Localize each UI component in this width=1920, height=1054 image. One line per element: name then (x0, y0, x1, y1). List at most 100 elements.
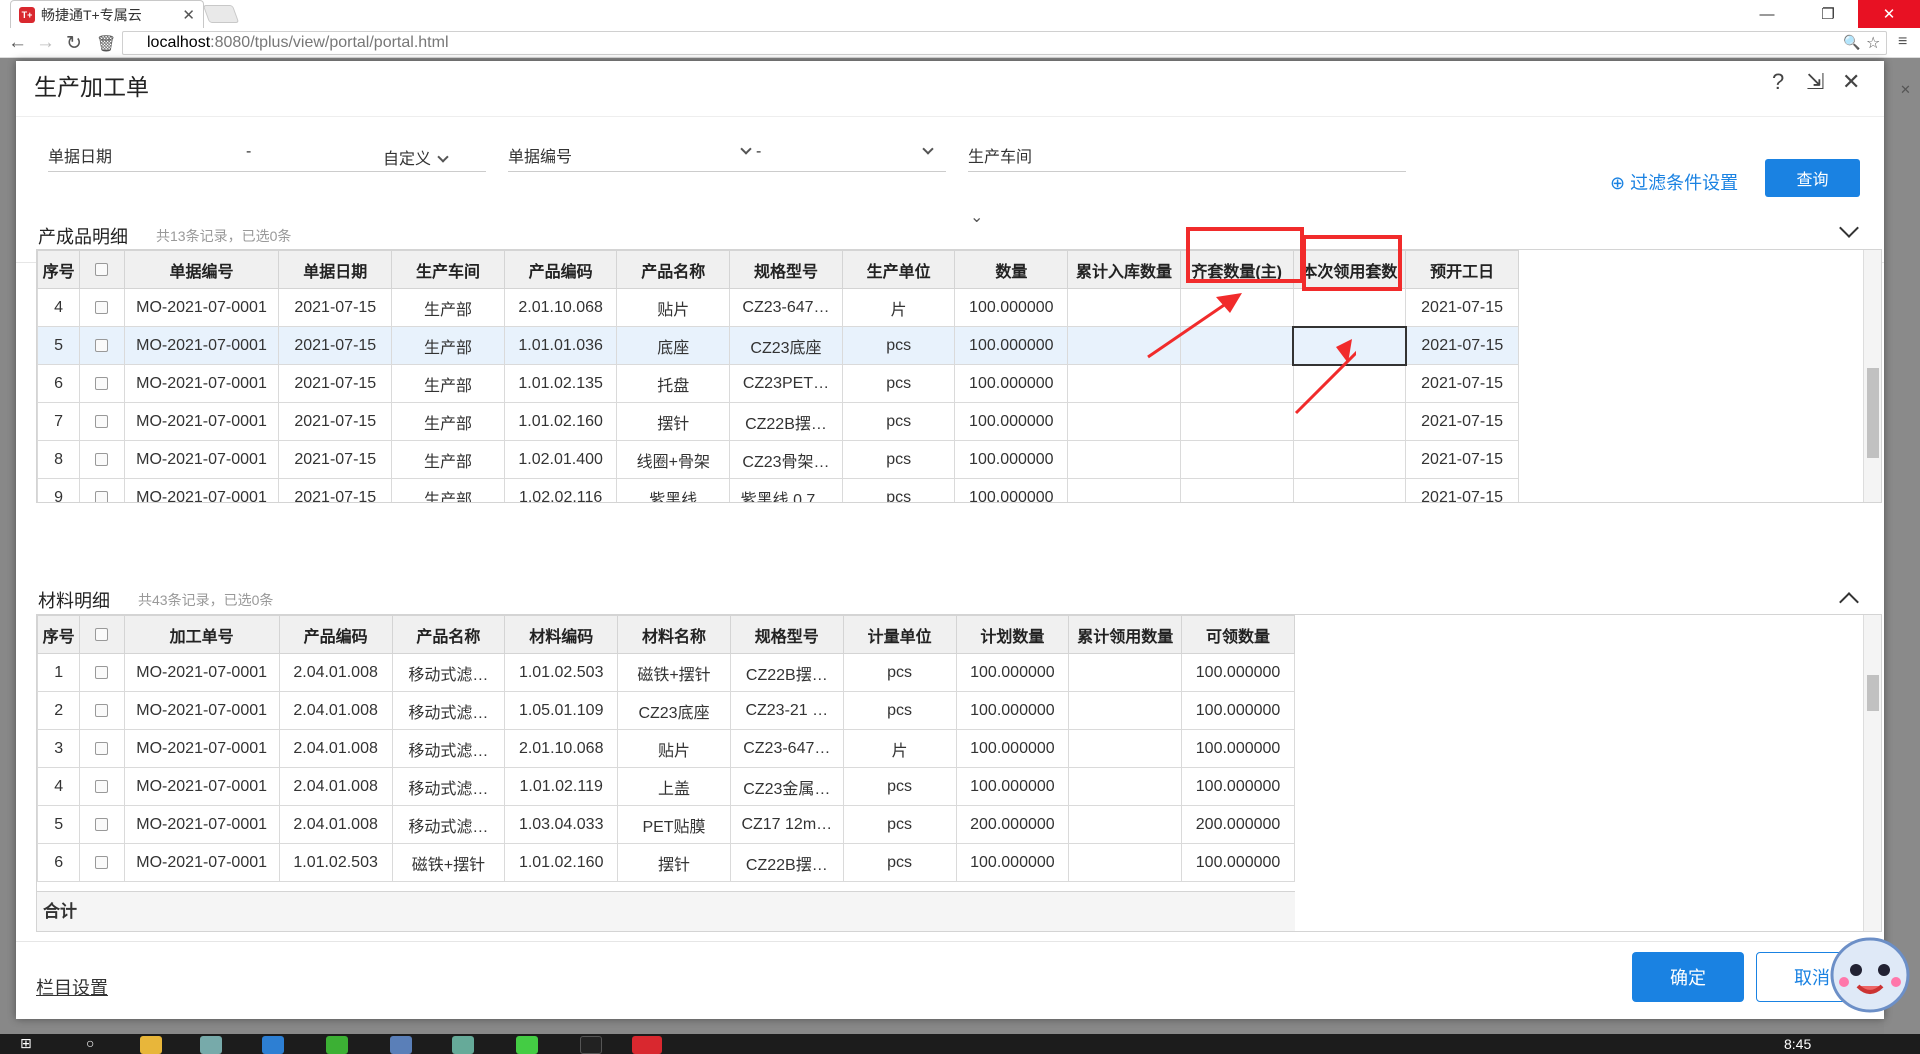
products-col-header[interactable]: 生产车间 (391, 250, 505, 289)
tab-close-icon[interactable]: ✕ (182, 6, 195, 24)
products-cell[interactable] (79, 478, 125, 502)
materials-col-header[interactable]: 序号 (37, 615, 81, 654)
table-row[interactable]: 5 MO-2021-07-0001 2.04.01.008 移动式滤… 1.03.04.… (37, 805, 1295, 844)
new-tab-button[interactable] (202, 5, 240, 23)
materials-cell[interactable] (79, 691, 125, 730)
workshop-underline[interactable] (968, 171, 1406, 172)
table-row[interactable]: 3 MO-2021-07-0001 2.04.01.008 移动式滤… 2.01.10.… (37, 729, 1295, 768)
materials-cell[interactable] (79, 653, 125, 692)
app-icon-6[interactable] (452, 1036, 474, 1054)
filter-settings-link[interactable]: ⊕ 过滤条件设置 (1610, 169, 1738, 195)
products-col-header[interactable]: 产品名称 (616, 250, 731, 289)
wechat-icon[interactable] (326, 1036, 348, 1054)
row-checkbox[interactable] (95, 376, 109, 390)
start-icon[interactable]: ⊞ (20, 1035, 32, 1052)
products-col-header[interactable]: 数量 (954, 250, 1069, 289)
docno-chevron-icon[interactable] (740, 143, 752, 155)
materials-col-header[interactable] (79, 615, 125, 654)
restore-icon[interactable]: ❐ (1803, 0, 1853, 28)
ok-button[interactable]: 确定 (1632, 952, 1744, 1002)
row-checkbox[interactable] (95, 300, 109, 314)
row-checkbox[interactable] (95, 665, 109, 679)
products-col-header[interactable]: 单据编号 (123, 250, 280, 289)
taskbar-search-icon[interactable]: ○ (86, 1035, 94, 1051)
tplus-taskbar-icon[interactable] (632, 1036, 662, 1054)
docno-end-chevron-icon[interactable] (922, 143, 934, 155)
materials-collapse-icon[interactable] (1839, 592, 1859, 612)
materials-scrollbar[interactable] (1863, 615, 1881, 931)
materials-col-header[interactable]: 计量单位 (842, 615, 957, 654)
row-checkbox[interactable] (95, 338, 109, 352)
row-checkbox[interactable] (95, 779, 109, 793)
materials-col-header[interactable]: 可领数量 (1181, 615, 1295, 654)
table-row[interactable]: 4 MO-2021-07-0001 2.04.01.008 移动式滤… 1.01.02.… (37, 767, 1295, 806)
materials-cell[interactable] (79, 767, 125, 806)
expand-filter-icon[interactable]: ⌄ (970, 207, 983, 227)
row-checkbox[interactable] (95, 414, 109, 428)
select-all-checkbox[interactable] (95, 262, 109, 276)
column-settings-link[interactable]: 栏目设置 (36, 974, 108, 1000)
menu-icon[interactable]: ≡ (1898, 33, 1907, 51)
app-icon-5[interactable] (390, 1036, 412, 1054)
products-cell[interactable] (79, 326, 125, 365)
products-cell[interactable] (79, 288, 125, 327)
products-col-header[interactable]: 规格型号 (729, 250, 843, 289)
materials-cell[interactable] (79, 729, 125, 768)
products-cell[interactable] (79, 364, 125, 403)
reload-icon[interactable]: ↻ (66, 32, 82, 55)
row-checkbox[interactable] (95, 452, 109, 466)
products-col-header[interactable]: 生产单位 (841, 250, 956, 289)
materials-col-header[interactable]: 加工单号 (123, 615, 280, 654)
qq-icon[interactable] (580, 1036, 602, 1054)
products-scroll-thumb[interactable] (1867, 368, 1879, 458)
materials-col-header[interactable]: 材料编码 (504, 615, 619, 654)
materials-col-header[interactable]: 计划数量 (955, 615, 1070, 654)
browser-tab[interactable]: T+ 畅捷通T+专属云 ✕ (10, 0, 204, 28)
minimize-icon[interactable]: — (1742, 0, 1792, 28)
url-input[interactable]: localhost:8080/tplus/view/portal/portal.… (122, 31, 1887, 55)
materials-col-header[interactable]: 累计领用数量 (1068, 615, 1183, 654)
date-mode-select[interactable]: 自定义 (383, 145, 449, 169)
table-row[interactable]: 9 MO-2021-07-0001 2021-07-15 生产部 1.02.02.116… (37, 478, 1519, 502)
materials-col-header[interactable]: 规格型号 (729, 615, 844, 654)
products-col-header[interactable] (79, 250, 125, 289)
products-col-header[interactable]: 单据日期 (278, 250, 393, 289)
close-icon[interactable]: ✕ (1842, 69, 1860, 95)
row-checkbox[interactable] (95, 817, 109, 831)
products-cell[interactable] (79, 402, 125, 441)
mascot-icon[interactable] (1820, 920, 1920, 1020)
trash-icon[interactable]: 🗑 (96, 34, 116, 54)
materials-cell[interactable] (79, 805, 125, 844)
table-row[interactable]: 6 MO-2021-07-0001 1.01.02.503 磁铁+摆针 1.01.02.… (37, 843, 1295, 882)
products-col-header[interactable]: 预开工日 (1405, 250, 1519, 289)
materials-cell[interactable] (79, 843, 125, 882)
row-checkbox[interactable] (95, 703, 109, 717)
app-icon-7[interactable] (516, 1036, 538, 1054)
window-close-icon[interactable]: ✕ (1858, 0, 1920, 28)
app-icon-3[interactable] (262, 1036, 284, 1054)
table-row[interactable]: 1 MO-2021-07-0001 2.04.01.008 移动式滤… 1.01.02.… (37, 653, 1295, 692)
materials-col-header[interactable]: 产品编码 (278, 615, 393, 654)
table-row[interactable]: 8 MO-2021-07-0001 2021-07-15 生产部 1.02.01.400… (37, 440, 1519, 479)
products-scrollbar[interactable] (1863, 250, 1881, 502)
explorer-icon[interactable] (140, 1036, 162, 1054)
select-all-checkbox[interactable] (95, 627, 109, 641)
app-icon-2[interactable] (200, 1036, 222, 1054)
bookmark-star-icon[interactable]: ☆ (1866, 33, 1880, 53)
forward-icon[interactable]: → (36, 32, 55, 54)
row-checkbox[interactable] (95, 741, 109, 755)
help-icon[interactable]: ? (1772, 69, 1784, 95)
materials-scroll-thumb[interactable] (1867, 675, 1879, 711)
collapse-icon[interactable]: ⇲ (1806, 69, 1824, 95)
row-checkbox[interactable] (95, 855, 109, 869)
zoom-icon[interactable]: 🔍 (1843, 34, 1860, 51)
products-col-header[interactable]: 序号 (37, 250, 81, 289)
query-button[interactable]: 查询 (1765, 159, 1860, 197)
products-cell[interactable] (79, 440, 125, 479)
materials-col-header[interactable]: 材料名称 (617, 615, 731, 654)
products-col-header[interactable]: 产品编码 (503, 250, 618, 289)
materials-col-header[interactable]: 产品名称 (391, 615, 506, 654)
row-checkbox[interactable] (95, 490, 109, 502)
table-row[interactable]: 2 MO-2021-07-0001 2.04.01.008 移动式滤… 1.05.01.… (37, 691, 1295, 730)
back-icon[interactable]: ← (8, 32, 27, 54)
